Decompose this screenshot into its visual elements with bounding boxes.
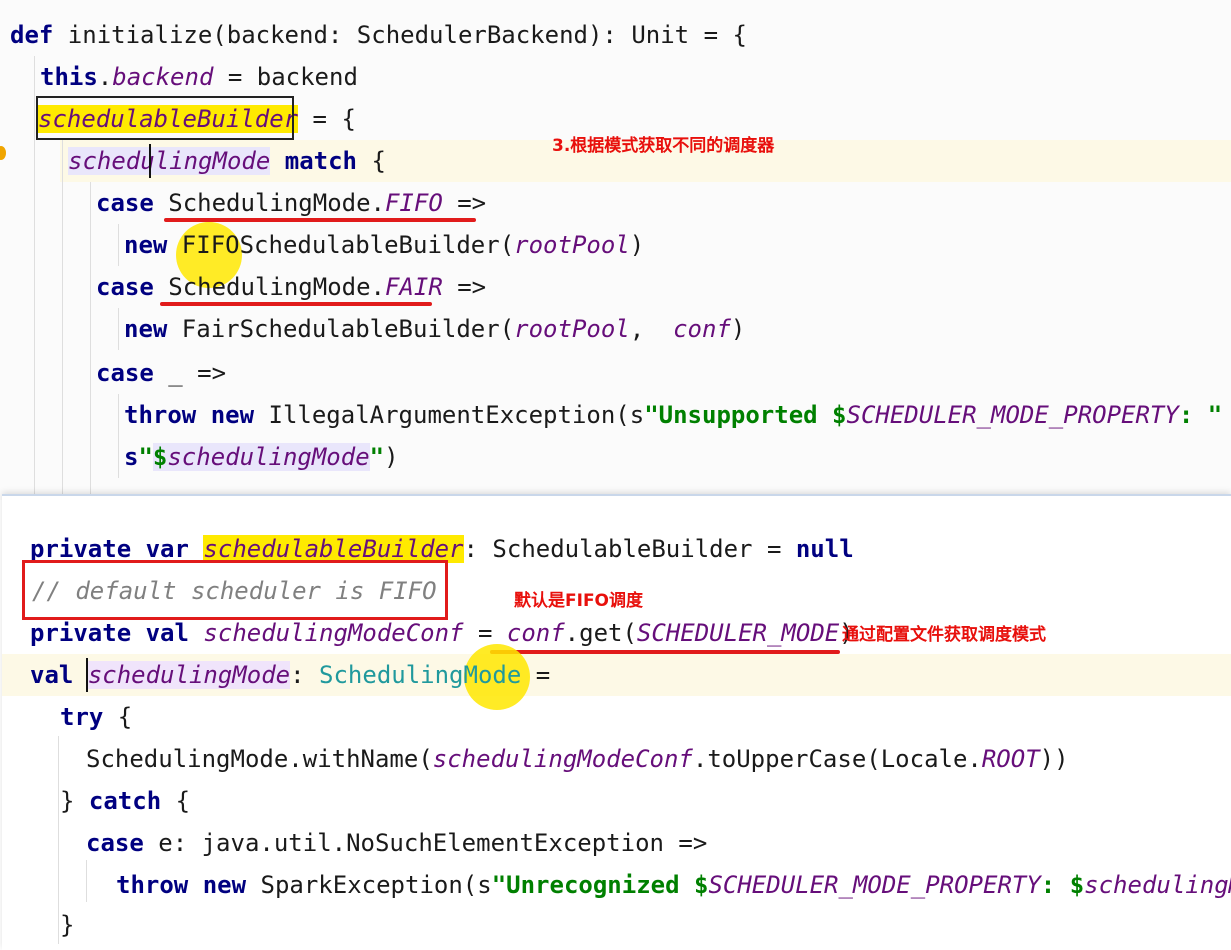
code-line: this.backend = backend <box>40 63 358 91</box>
code-editor-top[interactable]: def initialize(backend: SchedulerBackend… <box>0 0 1231 500</box>
code-line: } <box>60 911 75 939</box>
code-line: SchedulingMode.withName(schedulingModeCo… <box>86 745 1069 773</box>
indent-guide <box>58 736 59 944</box>
schedulable-builder-highlight: schedulableBuilder <box>203 535 464 563</box>
code-line: case _ => <box>96 359 227 387</box>
code-line: new FIFOSchedulableBuilder(rootPool) <box>124 231 645 259</box>
code-line: private val schedulingModeConf = conf.ge… <box>30 619 854 647</box>
annotation-note: 默认是FIFO调度 <box>514 591 644 611</box>
code-line: throw new IllegalArgumentException(s"Uns… <box>124 401 1223 429</box>
code-line: new FairSchedulableBuilder(rootPool, con… <box>124 315 746 343</box>
code-line: try { <box>60 703 133 731</box>
code-line: } catch { <box>60 787 191 815</box>
indent-guide <box>86 860 87 902</box>
indent-guide <box>90 182 91 500</box>
annotation-box <box>22 560 448 620</box>
selection-box <box>36 96 294 140</box>
annotation-note: 通过配置文件获取调度模式 <box>842 625 1046 645</box>
annotation-note: 3.根据模式获取不同的调度器 <box>552 136 775 156</box>
code-line: throw new SparkException(s"Unrecognized … <box>116 871 1231 899</box>
text-caret <box>149 144 151 178</box>
code-line: case e: java.util.NoSuchElementException… <box>86 829 708 857</box>
code-line: def initialize(backend: SchedulerBackend… <box>10 21 747 49</box>
breakpoint-bulb-icon[interactable] <box>0 146 6 160</box>
annotation-underline <box>164 218 476 222</box>
code-line: val schedulingMode: SchedulingMode = <box>30 661 551 689</box>
code-line: s"$schedulingMode") <box>124 443 399 471</box>
indent-guide <box>34 56 35 496</box>
indent-guide <box>118 394 119 478</box>
code-line: schedulingMode match { <box>68 147 386 175</box>
annotation-underline <box>160 302 432 306</box>
indent-guide <box>118 308 119 350</box>
indent-guide <box>118 224 119 266</box>
indent-guide <box>62 140 63 500</box>
text-caret <box>86 658 88 692</box>
code-editor-bottom[interactable]: private var schedulableBuilder: Schedula… <box>2 494 1231 950</box>
